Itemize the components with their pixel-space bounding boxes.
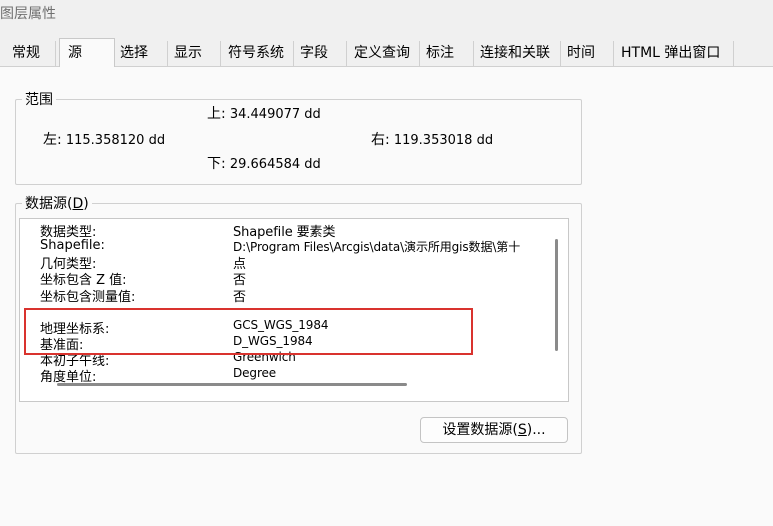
extent-top: 上: 34.449077 dd: [207, 103, 321, 123]
highlight-box: [24, 308, 473, 355]
extent-bottom: 下: 29.664584 dd: [207, 153, 321, 173]
tab-html-popup[interactable]: HTML 弹出窗口: [614, 41, 734, 66]
tab-strip: 常规 源 选择 显示 符号系统 字段 定义查询 标注 连接和关联 时间 HTML…: [0, 38, 773, 67]
extent-left-label: 左:: [43, 132, 62, 148]
tab-fields[interactable]: 字段: [294, 41, 347, 66]
extent-top-value: 34.449077 dd: [229, 107, 321, 122]
list-item: 角度单位: Degree: [40, 366, 277, 385]
tab-general[interactable]: 常规: [0, 41, 56, 66]
extent-right: 右: 119.353018 dd: [371, 129, 493, 149]
list-item: 坐标包含 Z 值: 否: [40, 273, 246, 288]
extent-right-label: 右:: [371, 132, 390, 148]
list-item: 坐标包含测量值: 否: [40, 290, 246, 305]
extent-legend: 范围: [25, 92, 53, 108]
horizontal-scrollbar[interactable]: [57, 383, 407, 386]
list-item: Shapefile: D:\Program Files\Arcgis\data\…: [40, 238, 521, 254]
window-title: 图层属性: [0, 6, 56, 22]
extent-right-value: 119.353018 dd: [393, 133, 494, 148]
vertical-scrollbar[interactable]: [555, 239, 558, 351]
tab-labels[interactable]: 标注: [420, 41, 474, 66]
list-item: 数据类型: Shapefile 要素类: [40, 225, 336, 240]
extent-left: 左: 115.358120 dd: [43, 129, 165, 149]
tab-content-panel: 范围 上: 34.449077 dd 左: 115.358120 dd 右: 1…: [0, 67, 773, 526]
tab-definition-query[interactable]: 定义查询: [347, 41, 420, 66]
tab-joins-relates[interactable]: 连接和关联: [474, 41, 561, 66]
set-datasource-button[interactable]: 设置数据源(S)...: [420, 417, 568, 443]
tab-selection[interactable]: 选择: [115, 41, 168, 66]
tab-symbology[interactable]: 符号系统: [221, 41, 294, 66]
tab-time[interactable]: 时间: [561, 41, 614, 66]
tab-source[interactable]: 源: [59, 38, 115, 67]
tab-display[interactable]: 显示: [168, 41, 221, 66]
list-item: 几何类型: 点: [40, 257, 246, 272]
datasource-legend: 数据源(D): [25, 196, 89, 212]
extent-bottom-value: 29.664584 dd: [229, 157, 321, 172]
extent-left-value: 115.358120 dd: [65, 133, 166, 148]
extent-top-label: 上:: [207, 106, 226, 122]
extent-bottom-label: 下:: [207, 156, 226, 172]
